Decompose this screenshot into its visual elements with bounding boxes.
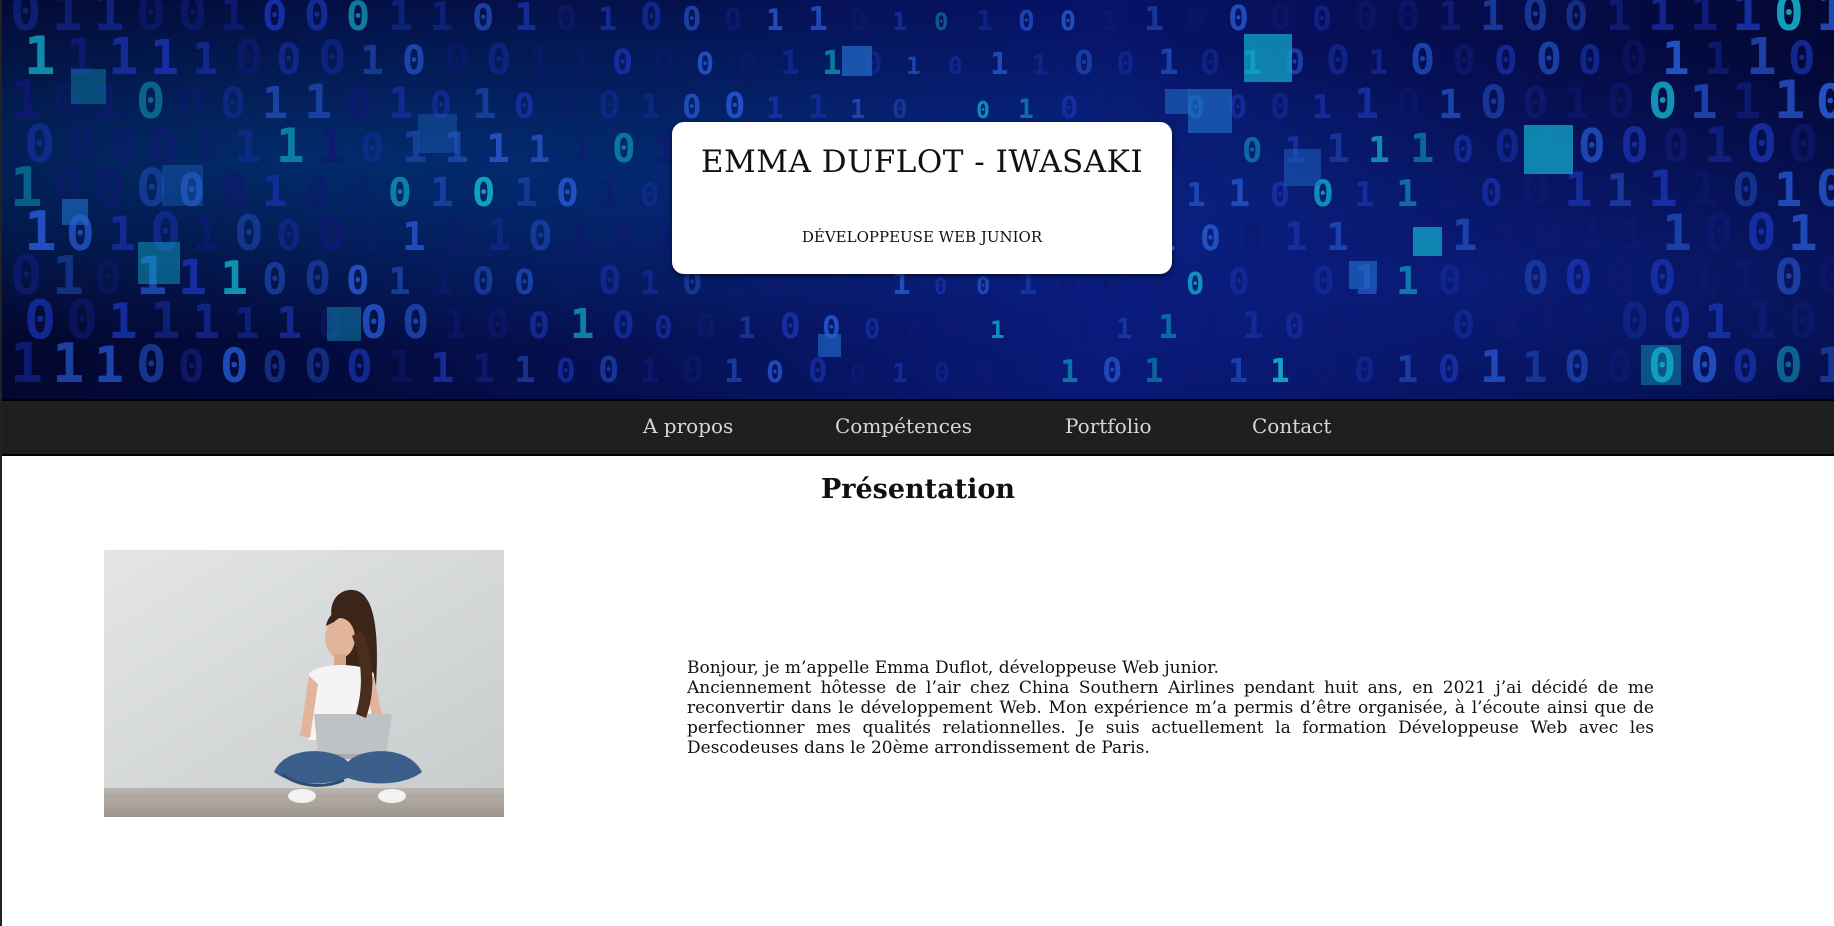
job-title: DÉVELOPPEUSE WEB JUNIOR [801,228,1043,246]
bio-greeting: Bonjour, je m’appelle Emma Duflot, dével… [687,658,1219,678]
site-owner-name: EMMA DUFLOT - IWASAKI [700,144,1144,180]
nav-link-contact[interactable]: Contact [1252,414,1331,438]
section-title-presentation: Présentation [820,474,1016,505]
nav-link-portfolio[interactable]: Portfolio [1065,414,1152,438]
page: 0110010001101010001101010011000000110011… [0,0,1834,926]
bio-description: Anciennement hôtesse de l’air chez China… [687,678,1654,758]
main-navigation: A propos Compétences Portfolio Contact [2,399,1834,456]
bio-text: Bonjour, je m’appelle Emma Duflot, dével… [687,658,1654,758]
hero-banner: 0110010001101010001101010011000000110011… [2,0,1834,399]
nav-link-a-propos[interactable]: A propos [643,414,733,438]
profile-photo [104,550,504,817]
nav-link-competences[interactable]: Compétences [835,414,972,438]
title-card: EMMA DUFLOT - IWASAKI DÉVELOPPEUSE WEB J… [672,122,1172,274]
woman-with-laptop-photo [104,550,504,817]
